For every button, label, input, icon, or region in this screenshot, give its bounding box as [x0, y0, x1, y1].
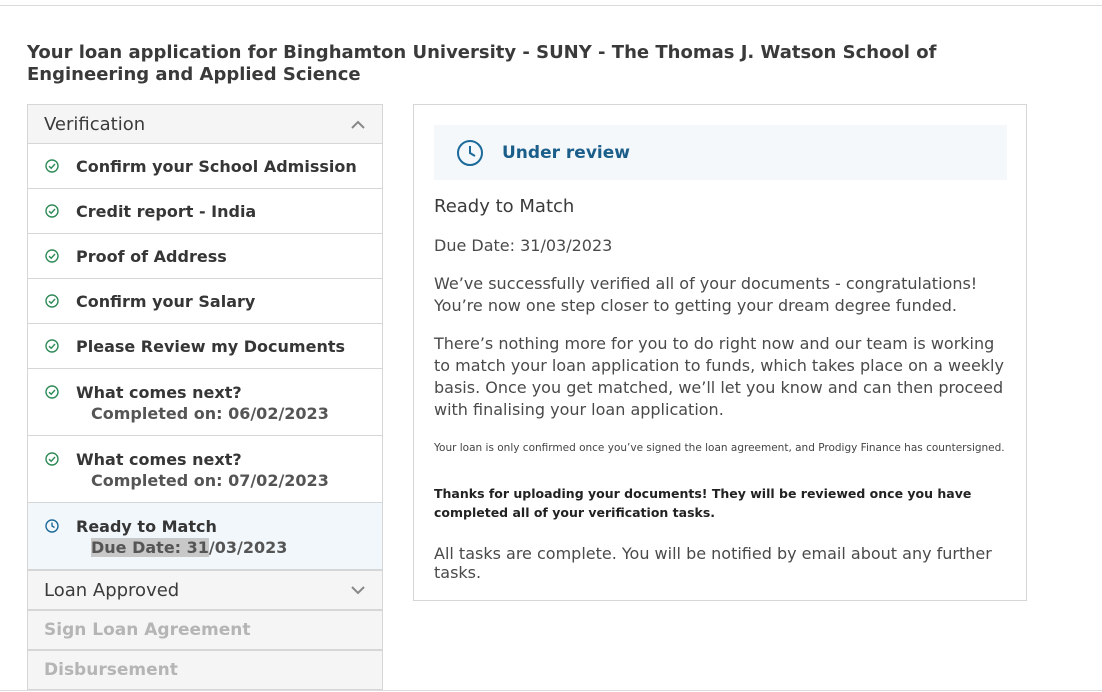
- confirmation-note: Your loan is only confirmed once you’ve …: [434, 442, 1005, 454]
- step-label: Proof of Address: [76, 246, 227, 266]
- page-title: Your loan application for Binghamton Uni…: [27, 42, 937, 85]
- bottom-divider: [0, 690, 1102, 691]
- step-completed-date: Completed on: 07/02/2023: [91, 471, 329, 490]
- step-due-date: Due Date: 31/03/2023: [76, 537, 287, 559]
- selected-text: Due Date: 31: [91, 538, 209, 557]
- step-label: What comes next?: [76, 383, 242, 402]
- top-divider: [0, 5, 1102, 6]
- section-verification-title: Verification: [44, 113, 146, 135]
- step-label: Confirm your School Admission: [76, 156, 357, 176]
- check-circle-icon: [43, 449, 61, 469]
- step-completed-date: Completed on: 06/02/2023: [91, 404, 329, 423]
- step-confirm-salary[interactable]: Confirm your Salary: [27, 279, 383, 324]
- step-ready-to-match[interactable]: Ready to Match Due Date: 31/03/2023: [27, 503, 383, 570]
- chevron-down-icon[interactable]: [350, 582, 366, 598]
- step-confirm-school-admission[interactable]: Confirm your School Admission: [27, 144, 383, 189]
- next-steps-message: There’s nothing more for you to do right…: [434, 334, 1004, 419]
- step-label: Credit report - India: [76, 201, 257, 221]
- steps-sidebar: Verification Confirm your School Admissi…: [27, 104, 383, 690]
- due-date-rest: /03/2023: [208, 538, 288, 557]
- step-label-text: Ready to Match: [76, 517, 217, 536]
- clock-icon: [43, 516, 61, 536]
- check-circle-icon: [43, 339, 61, 353]
- section-sign-loan-agreement-title: Sign Loan Agreement: [44, 620, 251, 640]
- step-label: Confirm your Salary: [76, 291, 256, 311]
- clock-icon: [456, 139, 484, 167]
- section-verification-header[interactable]: Verification: [27, 104, 383, 144]
- chevron-up-icon[interactable]: [350, 116, 366, 132]
- check-circle-icon: [43, 159, 61, 173]
- check-circle-icon: [43, 382, 61, 402]
- step-label: What comes next?: [76, 450, 242, 469]
- check-circle-icon: [43, 204, 61, 218]
- step-review-documents[interactable]: Please Review my Documents: [27, 324, 383, 369]
- step-label: Please Review my Documents: [76, 336, 345, 356]
- panel-due-date: Due Date: 31/03/2023: [434, 236, 613, 255]
- check-circle-icon: [43, 249, 61, 263]
- step-proof-of-address[interactable]: Proof of Address: [27, 234, 383, 279]
- status-banner: Under review: [434, 125, 1007, 180]
- step-label: Ready to Match: [76, 516, 287, 537]
- step-text: Ready to Match Due Date: 31/03/2023: [76, 516, 287, 559]
- step-what-comes-next-1[interactable]: What comes next? Completed on: 06/02/202…: [27, 369, 383, 436]
- success-message: We’ve successfully verified all of your …: [434, 274, 978, 315]
- status-label: Under review: [502, 142, 630, 163]
- detail-panel: Under review Ready to Match Due Date: 31…: [413, 104, 1027, 601]
- section-loan-approved-title: Loan Approved: [44, 579, 180, 601]
- section-loan-approved-header[interactable]: Loan Approved: [27, 570, 383, 610]
- panel-title: Ready to Match: [434, 196, 575, 217]
- section-disbursement-header: Disbursement: [27, 650, 383, 690]
- section-disbursement-title: Disbursement: [44, 660, 178, 680]
- step-what-comes-next-2[interactable]: What comes next? Completed on: 07/02/202…: [27, 436, 383, 503]
- step-text: What comes next? Completed on: 06/02/202…: [76, 382, 329, 425]
- tasks-complete-message: All tasks are complete. You will be noti…: [434, 544, 992, 582]
- check-circle-icon: [43, 294, 61, 308]
- step-text: What comes next? Completed on: 07/02/202…: [76, 449, 329, 492]
- section-sign-loan-agreement-header: Sign Loan Agreement: [27, 610, 383, 650]
- upload-thanks-note: Thanks for uploading your documents! The…: [434, 486, 972, 520]
- step-credit-report-india[interactable]: Credit report - India: [27, 189, 383, 234]
